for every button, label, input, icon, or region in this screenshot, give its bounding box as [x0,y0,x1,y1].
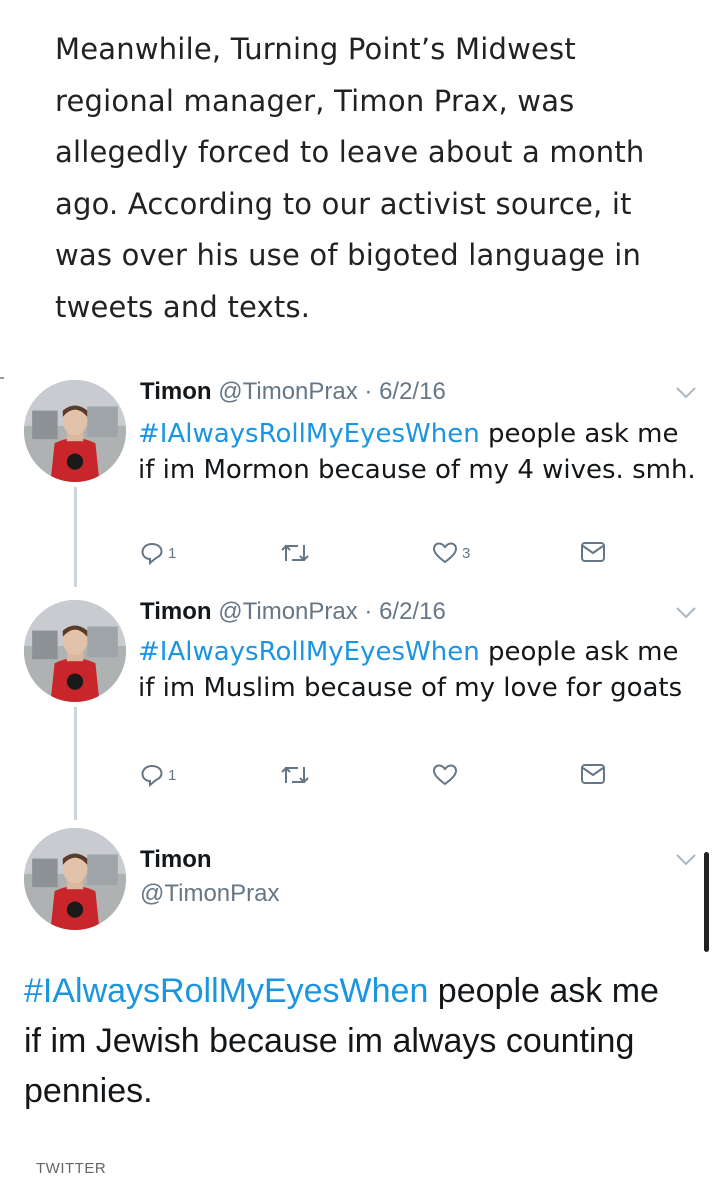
chevron-down-icon[interactable] [675,606,697,620]
scrollbar[interactable] [704,852,709,952]
retweet-icon [281,766,309,784]
reply-icon [141,764,163,787]
user-name[interactable]: Timon [140,598,212,625]
dm-button[interactable] [580,541,606,563]
like-count: 3 [462,544,471,562]
dm-button[interactable] [580,763,606,785]
user-handle[interactable]: @TimonPrax [218,598,358,625]
reply-button[interactable]: 1 [140,541,176,565]
avatar[interactable] [24,600,126,702]
tweet-date[interactable]: · 6/2/16 [364,598,445,625]
avatar-photo [24,380,126,482]
source-label: TWITTER [36,1160,107,1177]
reply-icon [141,542,163,565]
thread-line [74,487,77,587]
reply-count: 1 [168,766,177,784]
avatar[interactable] [24,380,126,482]
chevron-down-icon[interactable] [675,386,697,400]
like-button[interactable] [432,763,462,787]
reply-button[interactable]: 1 [140,763,176,787]
avatar[interactable] [24,828,126,930]
hashtag-link[interactable]: #IAlwaysRollMyEyesWhen [138,419,480,449]
heart-icon [432,542,458,564]
dm-icon [581,764,605,784]
divider-mark [0,377,4,379]
tweet-text: #IAlwaysRollMyEyesWhen people ask me if … [138,634,698,706]
tweet-text: #IAlwaysRollMyEyesWhen people ask me if … [24,966,684,1116]
hashtag-link[interactable]: #IAlwaysRollMyEyesWhen [138,637,480,667]
avatar-photo [24,600,126,702]
retweet-button[interactable] [280,541,310,565]
tweet-actions: 1 3 [140,541,610,571]
chevron-down-icon[interactable] [675,853,697,867]
article-paragraph: Meanwhile, Turning Point’s Midwest regio… [55,32,645,324]
tweet-actions: 1 [140,763,610,793]
avatar-photo [24,828,126,930]
user-name[interactable]: Timon [140,378,212,405]
hashtag-link[interactable]: #IAlwaysRollMyEyesWhen [24,972,428,1010]
dm-icon [581,542,605,562]
tweet-header: Timon @TimonPrax · 6/2/16 [140,598,446,626]
tweet-text: #IAlwaysRollMyEyesWhen people ask me if … [138,416,698,488]
user-handle[interactable]: @TimonPrax [218,378,358,405]
user-handle[interactable]: @TimonPrax [140,880,280,908]
retweet-icon [281,544,309,562]
user-name[interactable]: Timon [140,846,212,874]
thread-line [74,707,77,820]
reply-count: 1 [168,544,177,562]
like-button[interactable]: 3 [432,541,470,565]
tweet-date[interactable]: · 6/2/16 [364,378,445,405]
tweet-header: Timon @TimonPrax · 6/2/16 [140,378,446,406]
retweet-button[interactable] [280,763,310,787]
heart-icon [432,764,458,786]
